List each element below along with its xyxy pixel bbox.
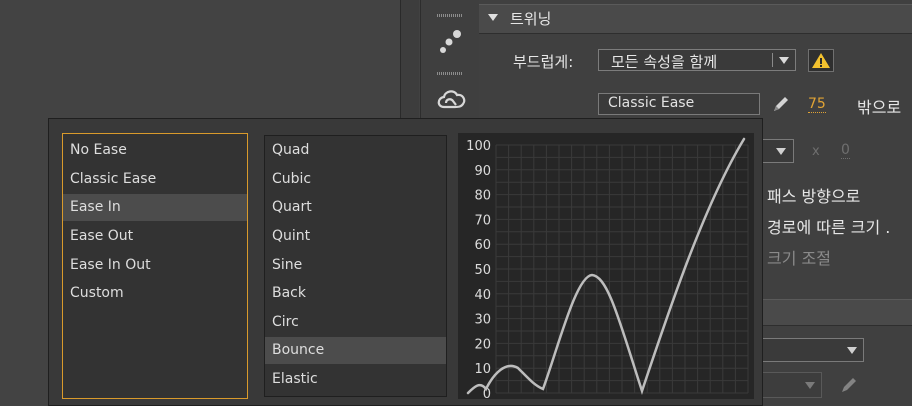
path-size-label: 경로에 따른 크기 . (767, 218, 891, 237)
y-tick-label: 30 (474, 313, 491, 328)
ease-preset-item[interactable]: Sine (265, 252, 446, 279)
ease-type-item[interactable]: Custom (63, 280, 247, 307)
ease-type-list: No Ease Classic Ease Ease In Ease Out Ea… (62, 133, 248, 399)
chevron-down-icon (776, 148, 786, 155)
ease-preset-item[interactable]: Cubic (265, 166, 446, 193)
y-tick-label: 70 (474, 213, 491, 228)
ease-type-value: Classic Ease (608, 95, 695, 111)
select-separator (772, 53, 773, 67)
ease-type-item[interactable]: Ease Out (63, 223, 247, 250)
smooth-select-value: 모든 속성을 함께 (611, 53, 718, 71)
grip-handle[interactable] (437, 14, 463, 17)
ease-preset-item[interactable]: Elastic (265, 366, 446, 393)
ease-preset-item[interactable]: Quad (265, 137, 446, 164)
y-tick-label: 50 (474, 263, 491, 278)
chevron-down-icon (779, 57, 789, 64)
dropdown-select[interactable] (762, 338, 864, 362)
graph-y-axis: 1009080706050403020100 (466, 139, 491, 402)
collapse-triangle-icon[interactable] (488, 14, 498, 21)
ease-type-item[interactable]: No Ease (63, 137, 247, 164)
ease-preset-item[interactable]: Circ (265, 309, 446, 336)
ease-amount-value[interactable]: 75 (808, 96, 826, 113)
ease-curve-svg: 1009080706050403020100 (466, 137, 749, 402)
panel-icon-strip (420, 0, 480, 120)
warning-button[interactable] (808, 49, 834, 72)
chevron-down-icon (805, 382, 815, 389)
ease-preset-list: Quad Cubic Quart Quint Sine Back Circ Bo… (264, 135, 447, 397)
ease-type-item-selected[interactable]: Ease In (63, 194, 247, 221)
zero-value[interactable]: 0 (841, 142, 850, 159)
path-direction-label: 패스 방향으로 (767, 187, 861, 206)
ease-type-item[interactable]: Ease In Out (63, 252, 247, 279)
edit-ease-pencil-icon[interactable] (770, 94, 792, 114)
graph-grid (495, 144, 749, 394)
small-select[interactable] (760, 139, 794, 163)
section-header[interactable] (762, 299, 912, 326)
grip-handle[interactable] (437, 72, 463, 75)
ease-preset-item[interactable]: Quart (265, 194, 446, 221)
motion-presets-icon[interactable] (437, 24, 465, 60)
ease-preset-item[interactable]: Quint (265, 223, 446, 250)
bounce-ease-curve (466, 137, 746, 396)
outside-label: 밖으로 (857, 98, 902, 117)
panel-divider[interactable] (400, 0, 419, 120)
tweening-title: 트위닝 (510, 10, 552, 28)
warning-icon (812, 53, 830, 68)
y-tick-label: 80 (474, 189, 491, 204)
scale-adjust-label: 크기 조절 (767, 249, 831, 268)
ease-type-item[interactable]: Classic Ease (63, 166, 247, 193)
y-tick-label: 60 (474, 238, 491, 253)
ease-preset-item-selected[interactable]: Bounce (265, 337, 446, 364)
ease-curve-graph: 100 90 80 70 60 50 40 30 20 10 0 (458, 133, 754, 402)
pencil-icon (838, 375, 860, 395)
y-tick-label: 90 (474, 164, 491, 179)
y-tick-label: 10 (474, 362, 491, 377)
smooth-select[interactable]: 모든 속성을 함께 (598, 49, 796, 71)
y-tick-label: 40 (474, 288, 491, 303)
multiplier-label: x (812, 144, 820, 159)
ease-type-field[interactable]: Classic Ease (598, 93, 760, 115)
y-tick-label: 20 (474, 337, 491, 352)
ease-preset-item[interactable]: Back (265, 280, 446, 307)
y-tick-label: 100 (466, 139, 491, 154)
disabled-select (762, 372, 822, 398)
smooth-label: 부드럽게: (513, 53, 574, 71)
chevron-down-icon (847, 347, 857, 354)
creative-cloud-icon[interactable] (435, 86, 467, 112)
